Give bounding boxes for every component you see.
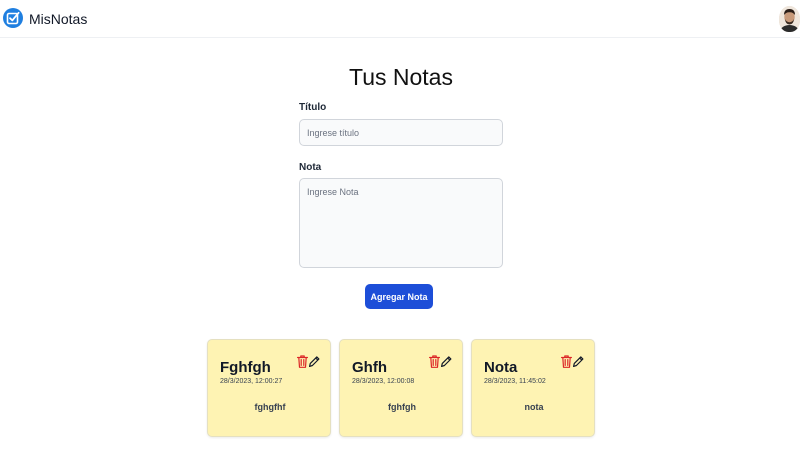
avatar[interactable] [779, 6, 800, 32]
brand-name[interactable]: MisNotas [29, 11, 87, 27]
note-date: 28/3/2023, 12:00:08 [352, 378, 415, 385]
note-textarea[interactable] [299, 178, 503, 268]
pencil-icon[interactable] [572, 355, 584, 368]
note-title: Ghfh [352, 359, 387, 376]
add-note-button[interactable]: Agregar Nota [365, 284, 433, 309]
trash-icon[interactable] [429, 355, 440, 368]
title-label: Título [299, 102, 327, 113]
title-input[interactable] [299, 119, 503, 146]
navbar: MisNotas [0, 0, 800, 38]
note-date: 28/3/2023, 12:00:27 [220, 378, 283, 385]
pencil-icon[interactable] [440, 355, 452, 368]
page-title: Tus Notas [349, 64, 453, 90]
note-card: Ghfh 28/3/2023, 12:00:08 fghfgh [339, 339, 463, 437]
pencil-icon[interactable] [308, 355, 320, 368]
checkbox-icon[interactable] [3, 8, 23, 28]
note-body: nota [524, 402, 544, 412]
note-body: fghfgh [388, 402, 416, 412]
trash-icon[interactable] [561, 355, 572, 368]
note-date: 28/3/2023, 11:45:02 [484, 378, 546, 385]
note-title: Nota [484, 359, 518, 376]
note-card: Nota 28/3/2023, 11:45:02 nota [471, 339, 595, 437]
note-card: Fghfgh 28/3/2023, 12:00:27 fghgfhf [207, 339, 331, 437]
trash-icon[interactable] [297, 355, 308, 368]
note-title: Fghfgh [220, 359, 271, 376]
note-label: Nota [299, 162, 322, 173]
note-body: fghgfhf [254, 402, 286, 412]
